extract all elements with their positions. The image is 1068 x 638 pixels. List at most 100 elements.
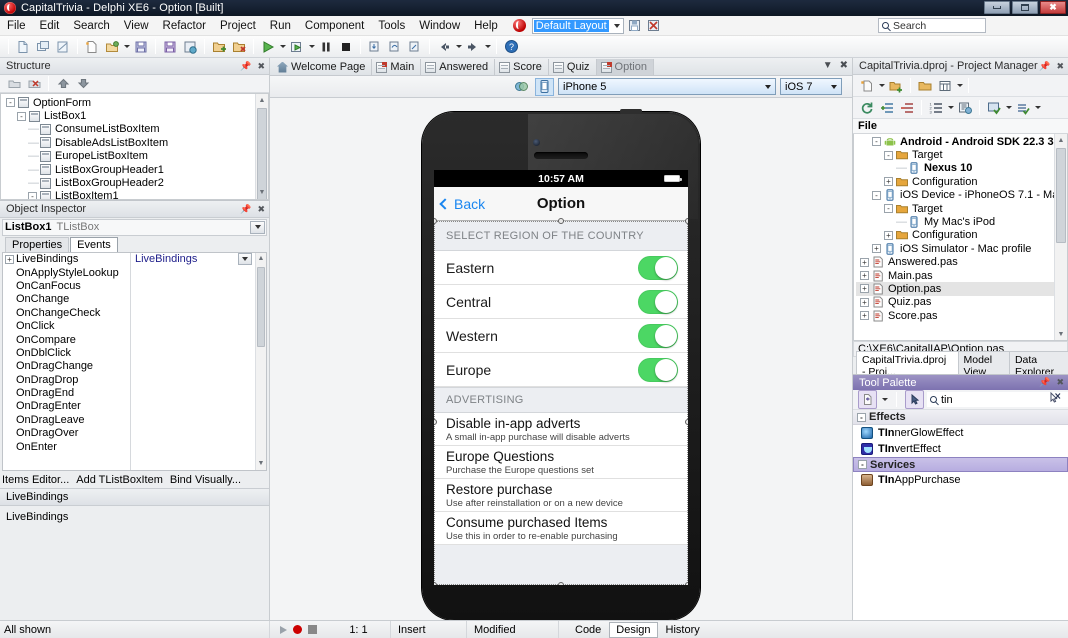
close-icon[interactable] [257,59,265,73]
property-value-cell[interactable] [131,427,266,440]
tool-palette-category[interactable]: - Effects [853,410,1068,425]
tree-expander[interactable]: + [860,271,869,281]
property-name-cell[interactable]: OnClick [3,319,130,332]
tab-score[interactable]: Score [495,59,549,75]
resize-handle[interactable] [685,419,688,425]
property-value-cell[interactable] [131,279,266,292]
move-up-icon[interactable] [54,74,73,93]
resize-handle[interactable] [434,582,437,585]
bind-visually-link[interactable]: Bind Visually... [170,474,241,486]
menu-project[interactable]: Project [213,18,263,34]
structure-tree[interactable]: - OptionForm - ListBox1— ConsumeListBoxItem —… [0,93,269,200]
project-tree-node[interactable]: + Score.pas [856,309,1067,322]
object-inspector-scrollbar[interactable]: ▲ ▼ [255,252,266,470]
stop-icon[interactable] [337,37,356,56]
tree-expander[interactable]: + [884,177,893,187]
pin-icon[interactable] [1039,375,1050,389]
listbox-designer-region[interactable]: SELECT REGION OF THE COUNTRY Eastern Cent… [434,218,688,585]
object-inspector-grid[interactable]: + LiveBindings OnApplyStyleLookup OnCanFocu… [2,251,267,471]
palette-options-icon[interactable] [857,390,877,409]
save-icon[interactable] [132,37,151,56]
menu-file[interactable]: File [0,18,33,34]
region-list-item[interactable]: Central [434,285,688,319]
close-icon[interactable] [1056,375,1064,389]
delete-layout-icon[interactable] [646,18,662,34]
property-value-cell[interactable] [131,440,266,453]
remove-from-project-icon[interactable] [230,37,249,56]
pin-icon[interactable] [240,59,251,73]
items-editor-link[interactable]: Items Editor... [2,474,69,486]
close-icon[interactable] [257,202,265,216]
tool-palette-category[interactable]: - Services [853,457,1068,472]
expand-all-icon[interactable] [878,98,897,117]
tool-palette-item[interactable]: TIn nerGlowEffect [853,425,1068,441]
property-name-cell[interactable]: OnEnter [3,440,130,453]
project-tree-node[interactable]: — My Mac's iPod [856,215,1067,228]
project-tree-node[interactable]: + Configuration [856,175,1067,188]
tree-expander[interactable]: - [28,191,37,199]
project-tree-node[interactable]: + Configuration [856,229,1067,242]
target-platform-icon[interactable] [985,98,1004,117]
structure-tree-node[interactable]: — DisableAdsListBoxItem [3,136,268,149]
project-tree-node[interactable]: + iOS Simulator - Mac profile [856,242,1067,255]
new-item-icon[interactable] [83,37,102,56]
layout-combo[interactable]: Default Layout [531,17,624,34]
property-name-cell[interactable]: OnDragChange [3,360,130,373]
region-list-item[interactable]: Western [434,319,688,353]
list-view-dropdown[interactable] [946,98,955,117]
device-combo[interactable]: iPhone 5 [558,78,776,95]
menu-edit[interactable]: Edit [33,18,67,34]
save-project-icon[interactable] [181,37,200,56]
property-value-cell[interactable] [131,373,266,386]
add-listboxitem-link[interactable]: Add TListBoxItem [76,474,163,486]
tab-main[interactable]: Main [372,59,422,75]
property-name-cell[interactable]: OnCanFocus [3,279,130,292]
property-name-cell[interactable]: OnCompare [3,333,130,346]
tab-properties[interactable]: Properties [5,236,70,252]
resize-handle[interactable] [685,582,688,585]
save-all-icon[interactable] [161,37,180,56]
project-tree-node[interactable]: + Answered.pas [856,256,1067,269]
property-name-cell[interactable]: OnChange [3,293,130,306]
tree-expander[interactable]: - [884,204,893,214]
tree-expander[interactable]: - [872,137,881,147]
region-toggle-switch[interactable] [638,289,678,314]
chevron-down-icon[interactable] [250,220,265,234]
property-name-cell[interactable]: OnChangeCheck [3,306,130,319]
list-view-icon[interactable]: 123 [927,98,946,117]
stop-icon[interactable] [308,625,317,634]
menu-run[interactable]: Run [263,18,298,34]
structure-tree-node[interactable]: — ListBoxGroupHeader2 [3,176,268,189]
purchase-list-item[interactable]: Restore purchase Use after reinstallation… [434,479,688,512]
refresh-icon[interactable] [858,98,877,117]
property-name-cell[interactable]: OnDragDrop [3,373,130,386]
view-options-dropdown[interactable] [955,76,964,95]
chevron-down-icon[interactable]: ▼ [823,60,833,71]
property-name-cell[interactable]: OnDragEnter [3,400,130,413]
scroll-down-icon[interactable]: ▼ [256,458,266,470]
resize-handle[interactable] [558,218,564,224]
scroll-down-icon[interactable]: ▼ [1055,328,1067,340]
open-project-icon[interactable] [103,37,122,56]
structure-tree-node[interactable]: - ListBox1 [3,109,268,122]
property-name-cell[interactable]: OnDragOver [3,427,130,440]
structure-tree-node[interactable]: - ListBoxItem1 [3,190,268,199]
property-name-cell[interactable]: OnDragEnd [3,386,130,399]
category-expander[interactable]: - [857,412,866,422]
run-to-cursor-icon[interactable] [406,37,425,56]
target-dropdown[interactable] [1004,98,1013,117]
project-tree-node[interactable]: + Main.pas [856,269,1067,282]
scroll-up-icon[interactable]: ▲ [256,253,266,265]
tab-option[interactable]: Option [596,59,654,75]
tab-history[interactable]: History [660,623,706,637]
property-value-cell[interactable] [131,413,266,426]
tree-expander[interactable]: - [884,150,893,160]
property-name-cell[interactable]: + LiveBindings [3,253,130,266]
tab-welcome-page[interactable]: Welcome Page [273,59,373,75]
tree-expander[interactable]: + [860,297,869,307]
run-arrow-icon[interactable] [280,625,287,634]
tree-expander[interactable]: + [872,244,881,254]
pointer-icon[interactable] [904,390,924,409]
purchase-list-item[interactable]: Europe Questions Purchase the Europe ques… [434,446,688,479]
property-expander[interactable]: + [5,254,14,264]
